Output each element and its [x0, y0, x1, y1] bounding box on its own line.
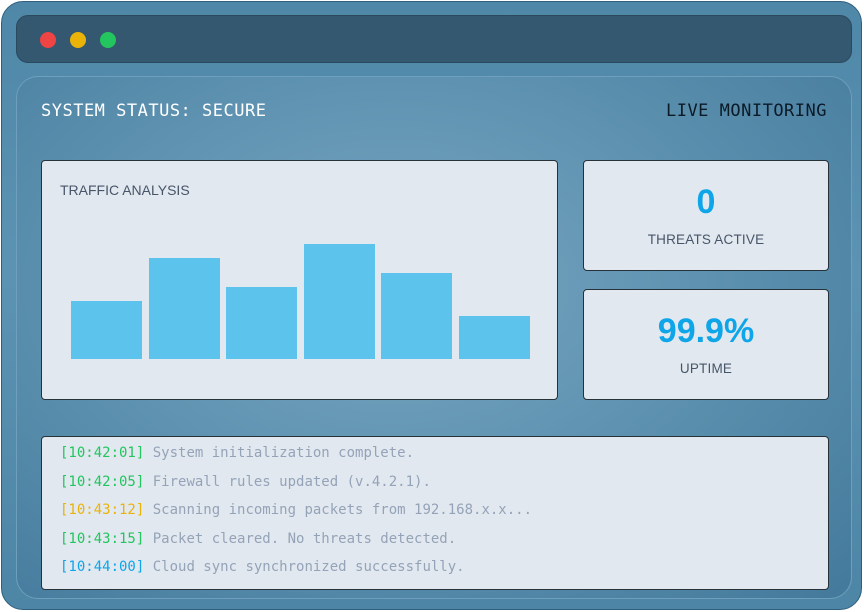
- log-line: [10:43:12] Scanning incoming packets fro…: [60, 502, 532, 518]
- system-status-title: SYSTEM STATUS: SECURE: [41, 101, 267, 121]
- traffic-bar-chart: [71, 239, 531, 359]
- log-line: [10:43:15] Packet cleared. No threats de…: [60, 531, 456, 547]
- threats-active-label: THREATS ACTIVE: [647, 232, 765, 247]
- log-line: [10:42:05] Firewall rules updated (v.4.2…: [60, 474, 431, 490]
- uptime-card: 99.9% UPTIME: [583, 289, 829, 400]
- uptime-label: UPTIME: [679, 361, 733, 376]
- traffic-bar: [226, 287, 298, 359]
- traffic-analysis-title: TRAFFIC ANALYSIS: [60, 182, 190, 198]
- log-message: Packet cleared. No threats detected.: [152, 531, 457, 547]
- threats-active-card: 0 THREATS ACTIVE: [583, 160, 829, 271]
- traffic-bar: [148, 258, 220, 359]
- log-line: [10:42:01] System initialization complet…: [60, 445, 414, 461]
- log-line: [10:44:00] Cloud sync synchronized succe…: [60, 559, 465, 575]
- traffic-bar: [381, 272, 453, 359]
- dashboard-panel: SYSTEM STATUS: SECURE LIVE MONITORING TR…: [16, 76, 852, 599]
- log-timestamp: [10:43:12]: [60, 502, 145, 518]
- threats-active-value: 0: [696, 183, 716, 221]
- log-message: Firewall rules updated (v.4.2.1).: [152, 474, 431, 490]
- activity-log: [10:42:01] System initialization complet…: [41, 436, 829, 590]
- traffic-bar: [303, 243, 375, 359]
- title-bar: [16, 15, 852, 63]
- log-timestamp: [10:42:05]: [60, 474, 145, 490]
- log-message: Cloud sync synchronized successfully.: [152, 559, 465, 575]
- app-window: SYSTEM STATUS: SECURE LIVE MONITORING TR…: [1, 1, 862, 610]
- live-monitoring-label: LIVE MONITORING: [665, 101, 827, 121]
- log-timestamp: [10:44:00]: [60, 559, 145, 575]
- log-message: Scanning incoming packets from 192.168.x…: [152, 502, 533, 518]
- traffic-bar: [71, 301, 142, 359]
- minimize-button[interactable]: [70, 32, 86, 48]
- maximize-button[interactable]: [100, 32, 116, 48]
- traffic-bar: [459, 315, 530, 359]
- log-timestamp: [10:43:15]: [60, 531, 145, 547]
- log-message: System initialization complete.: [152, 445, 415, 461]
- uptime-value: 99.9%: [657, 312, 755, 350]
- close-button[interactable]: [40, 32, 56, 48]
- traffic-analysis-card: TRAFFIC ANALYSIS: [41, 160, 558, 400]
- log-timestamp: [10:42:01]: [60, 445, 145, 461]
